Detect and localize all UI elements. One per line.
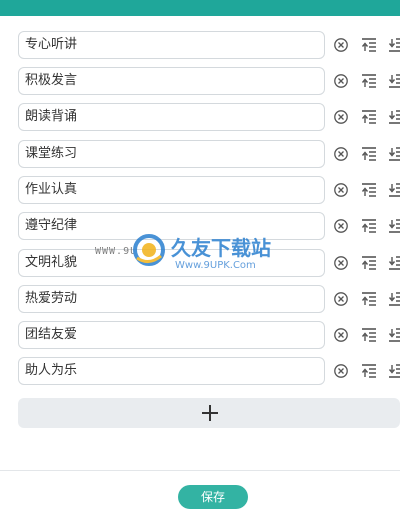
move-to-top-icon[interactable]	[361, 291, 377, 307]
list-item: 热爱劳动	[18, 285, 400, 313]
move-to-bottom-icon[interactable]	[388, 291, 400, 307]
move-to-top-icon[interactable]	[361, 218, 377, 234]
move-to-bottom-icon[interactable]	[388, 363, 400, 379]
item-input[interactable]: 团结友爱	[18, 321, 325, 349]
move-to-bottom-icon[interactable]	[388, 146, 400, 162]
item-input[interactable]: 朗读背诵	[18, 103, 325, 131]
item-input[interactable]: 课堂练习	[18, 140, 325, 168]
circle-x-icon[interactable]	[333, 146, 349, 162]
circle-x-icon[interactable]	[333, 255, 349, 271]
move-to-top-icon[interactable]	[361, 73, 377, 89]
item-input[interactable]: 助人为乐	[18, 357, 325, 385]
move-to-top-icon[interactable]	[361, 109, 377, 125]
item-input[interactable]: 文明礼貌	[18, 249, 325, 277]
move-to-top-icon[interactable]	[361, 182, 377, 198]
list-item: 专心听讲	[18, 31, 400, 59]
circle-x-icon[interactable]	[333, 291, 349, 307]
circle-x-icon[interactable]	[333, 73, 349, 89]
move-to-bottom-icon[interactable]	[388, 182, 400, 198]
move-to-bottom-icon[interactable]	[388, 255, 400, 271]
circle-x-icon[interactable]	[333, 363, 349, 379]
circle-x-icon[interactable]	[333, 182, 349, 198]
add-item-button[interactable]	[18, 398, 400, 428]
move-to-bottom-icon[interactable]	[388, 37, 400, 53]
circle-x-icon[interactable]	[333, 218, 349, 234]
list-item: 朗读背诵	[18, 103, 400, 131]
circle-x-icon[interactable]	[333, 327, 349, 343]
list-item: 助人为乐	[18, 357, 400, 385]
circle-x-icon[interactable]	[333, 109, 349, 125]
plus-icon	[201, 404, 219, 422]
item-input[interactable]: 积极发言	[18, 67, 325, 95]
item-input[interactable]: 作业认真	[18, 176, 325, 204]
item-input[interactable]: 专心听讲	[18, 31, 325, 59]
list-item: 作业认真	[18, 176, 400, 204]
move-to-bottom-icon[interactable]	[388, 109, 400, 125]
list-item: 遵守纪律	[18, 212, 400, 240]
circle-x-icon[interactable]	[333, 37, 349, 53]
move-to-top-icon[interactable]	[361, 146, 377, 162]
list-item: 积极发言	[18, 67, 400, 95]
move-to-top-icon[interactable]	[361, 255, 377, 271]
list-item: 文明礼貌	[18, 249, 400, 277]
move-to-top-icon[interactable]	[361, 327, 377, 343]
save-button[interactable]: 保存	[178, 485, 248, 509]
footer-divider	[0, 470, 400, 471]
item-input[interactable]: 遵守纪律	[18, 212, 325, 240]
move-to-top-icon[interactable]	[361, 37, 377, 53]
item-input[interactable]: 热爱劳动	[18, 285, 325, 313]
list-item: 团结友爱	[18, 321, 400, 349]
header-bar	[0, 0, 400, 16]
move-to-bottom-icon[interactable]	[388, 73, 400, 89]
move-to-bottom-icon[interactable]	[388, 327, 400, 343]
list-item: 课堂练习	[18, 140, 400, 168]
move-to-top-icon[interactable]	[361, 363, 377, 379]
move-to-bottom-icon[interactable]	[388, 218, 400, 234]
